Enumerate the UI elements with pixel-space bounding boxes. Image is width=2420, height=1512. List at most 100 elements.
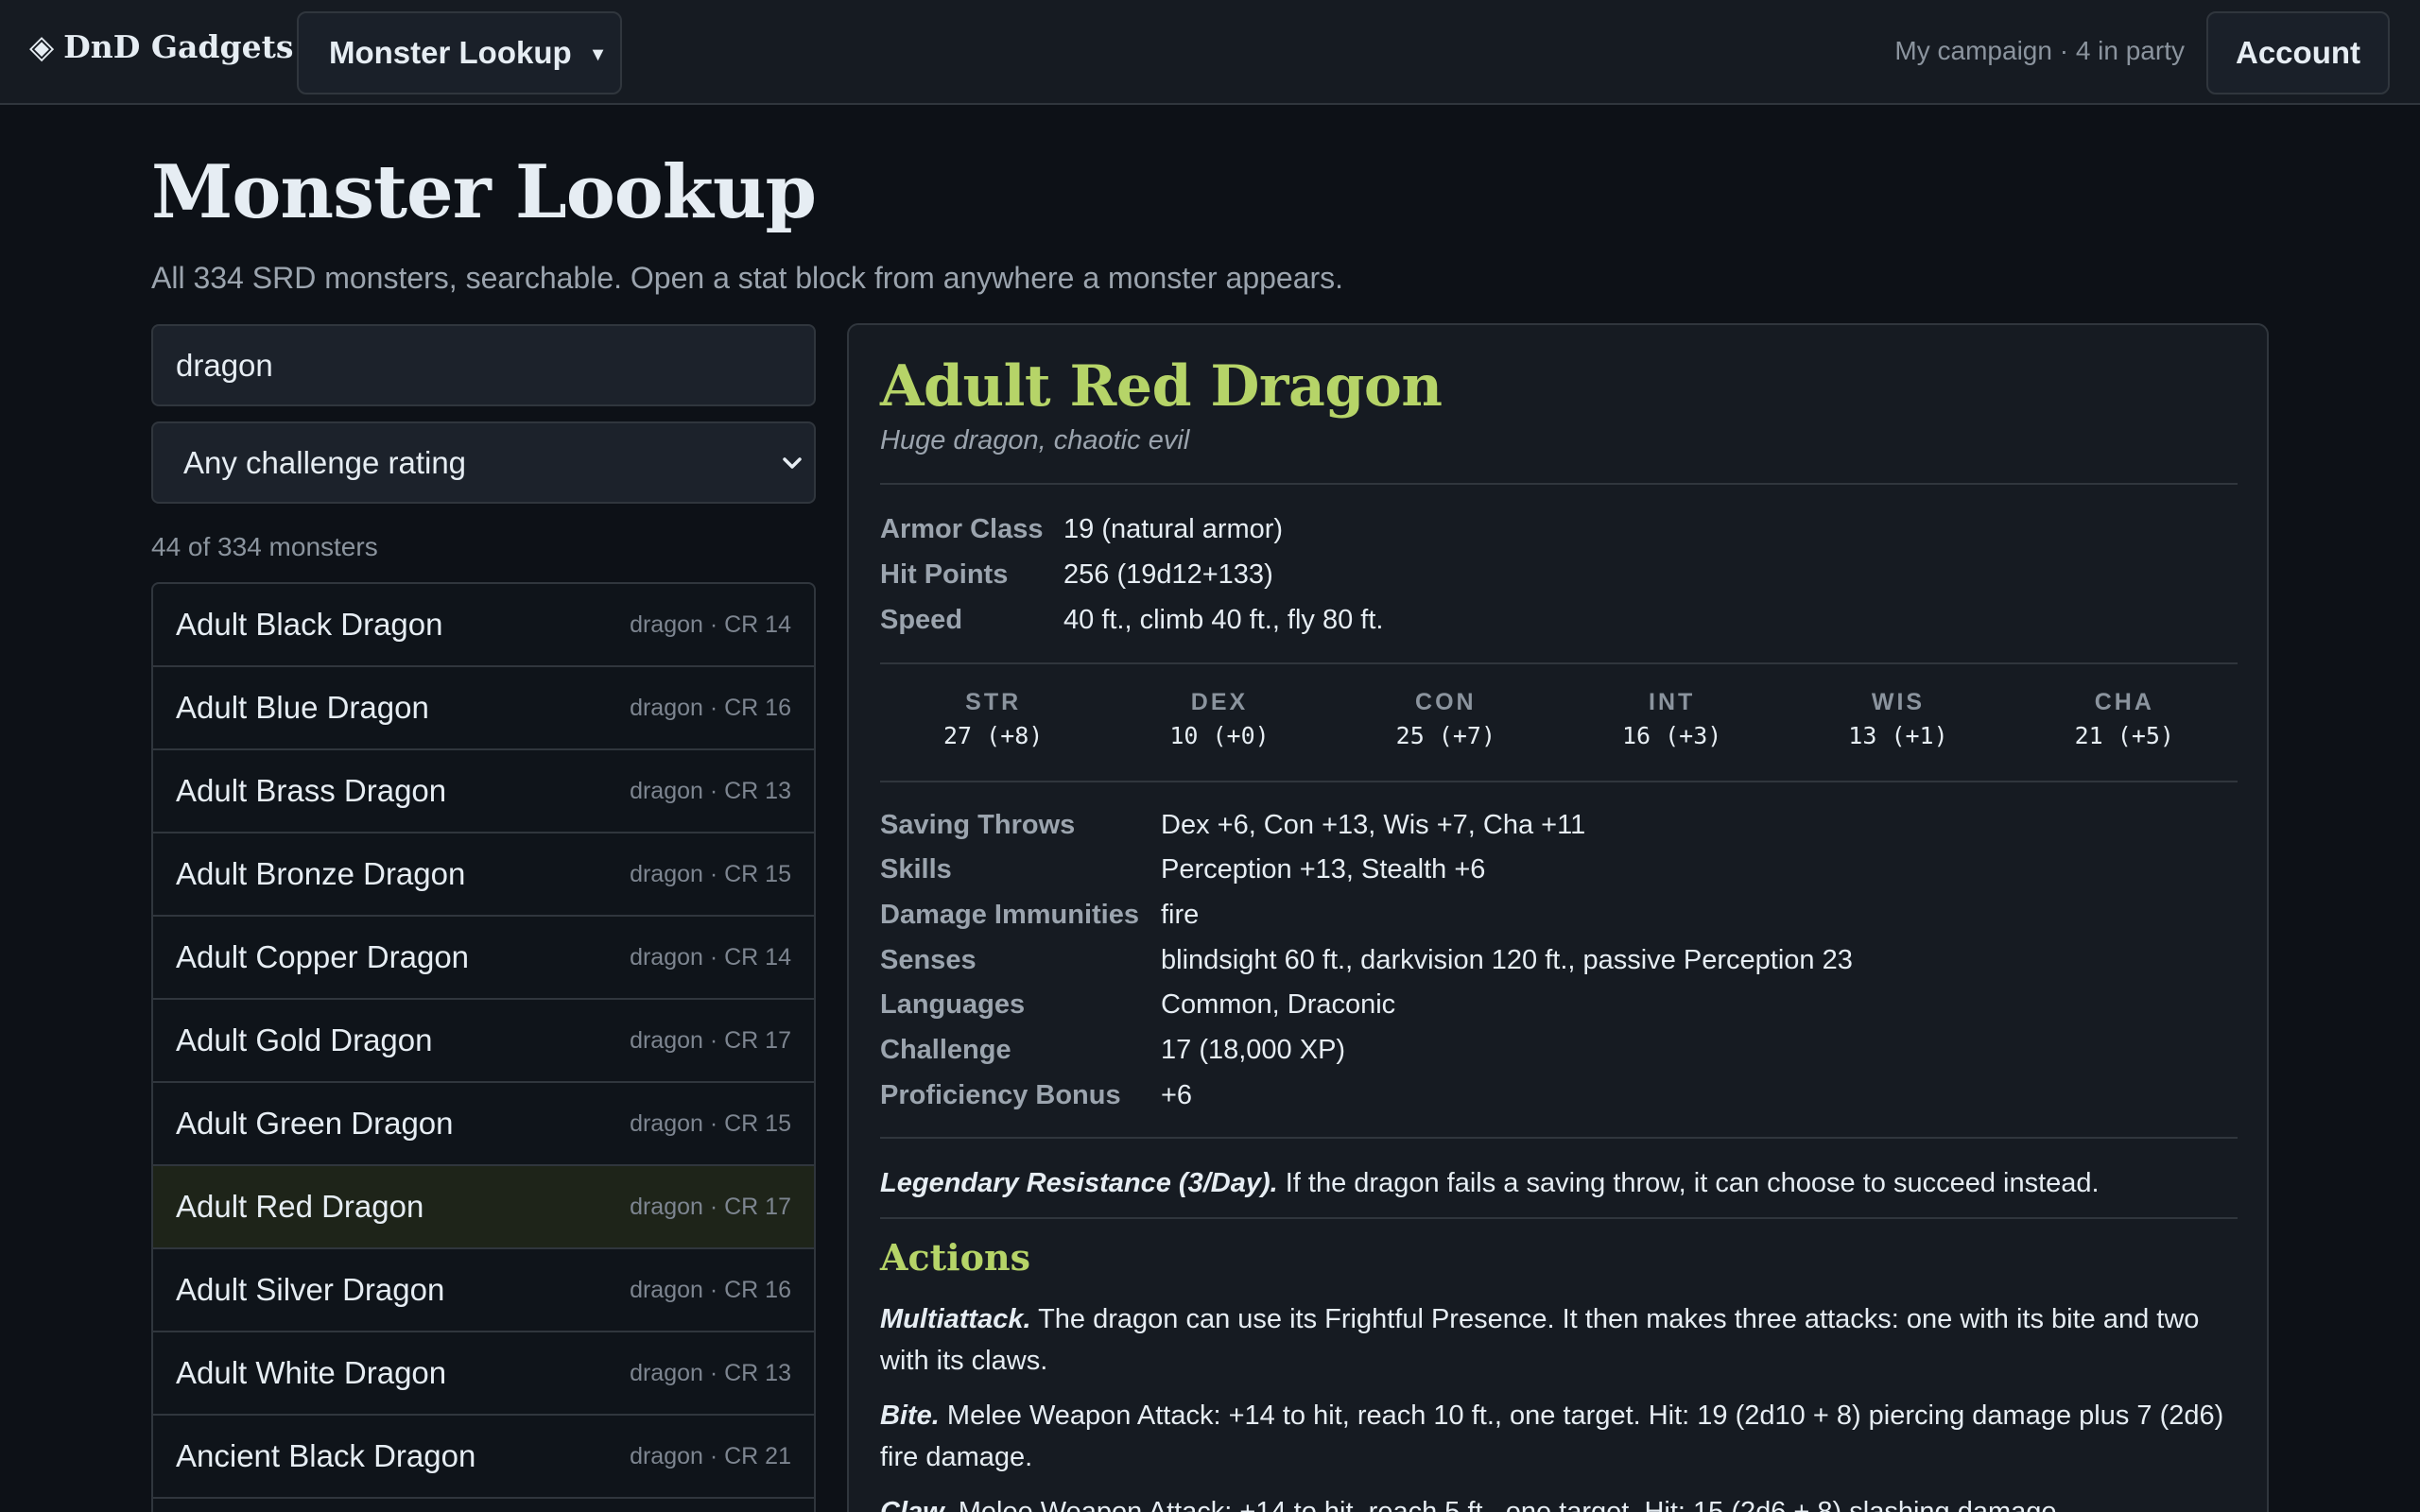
ability-label: INT <box>1649 689 1696 715</box>
monster-list-item[interactable]: Adult White Dragon dragon · CR 13 <box>153 1332 814 1416</box>
monster-list-item-selected[interactable]: Adult Red Dragon dragon · CR 17 <box>153 1166 814 1249</box>
chevron-down-icon <box>783 457 802 469</box>
monster-meta: dragon · CR 17 <box>630 1193 791 1220</box>
monster-name: Adult Red Dragon <box>176 1189 424 1224</box>
prop-value: +6 <box>1161 1080 1193 1110</box>
prop-value: 17 (18,000 XP) <box>1161 1035 1346 1065</box>
monster-meta: dragon · CR 13 <box>630 1359 791 1386</box>
ability-value: 25 (+7) <box>1395 722 1495 749</box>
monster-name: Adult Gold Dragon <box>176 1022 433 1057</box>
ability-value: 13 (+1) <box>1848 722 1948 749</box>
prop-value: blindsight 60 ft., darkvision 120 ft., p… <box>1161 945 1853 975</box>
diamond-icon: ◈ <box>29 27 55 66</box>
monster-list-item[interactable]: Adult Brass Dragon dragon · CR 13 <box>153 750 814 833</box>
divider <box>880 781 2238 782</box>
monster-list-item[interactable]: Adult Copper Dragon dragon · CR 14 <box>153 917 814 1000</box>
monster-meta: dragon · CR 15 <box>630 860 791 887</box>
prop-label: Hit Points <box>880 559 1009 590</box>
prop-label: Skills <box>880 854 952 885</box>
prop-value: 19 (natural armor) <box>1063 514 1284 544</box>
tool-switcher-button[interactable]: Monster Lookup ▼ <box>297 11 622 94</box>
monster-name: Adult Green Dragon <box>176 1106 454 1141</box>
hit-points-row: Hit Points 256 (19d12+133) <box>880 559 1273 591</box>
monster-meta: dragon · CR 14 <box>630 943 791 971</box>
monster-list-item[interactable]: Adult Black Dragon dragon · CR 14 <box>153 584 814 667</box>
caret-down-icon: ▼ <box>588 43 608 65</box>
monster-list: Adult Black Dragon dragon · CR 14 Adult … <box>151 582 816 1512</box>
campaign-status[interactable]: My campaign · 4 in party <box>1894 36 2185 66</box>
ability-scores: STR 27 (+8) DEX 10 (+0) CON 25 (+7) INT … <box>880 689 2238 749</box>
languages-row: Languages Common, Draconic <box>880 989 1395 1021</box>
action-name: Claw. <box>880 1497 951 1512</box>
speed-row: Speed 40 ft., climb 40 ft., fly 80 ft. <box>880 605 1383 636</box>
action-text: Melee Weapon Attack: +14 to hit, reach 1… <box>880 1400 2224 1472</box>
page-subtitle: All 334 SRD monsters, searchable. Open a… <box>151 261 1344 295</box>
ability-value: 10 (+0) <box>1169 722 1270 749</box>
ability-wis: WIS 13 (+1) <box>1785 689 2011 749</box>
prop-label: Senses <box>880 945 977 975</box>
monster-meta: dragon · CR 16 <box>630 694 791 721</box>
tool-switcher-label: Monster Lookup <box>329 35 572 70</box>
prop-label: Challenge <box>880 1035 1011 1065</box>
prop-label: Armor Class <box>880 514 1044 544</box>
monster-name: Adult Bronze Dragon <box>176 856 466 891</box>
action-multiattack: Multiattack. The dragon can use its Frig… <box>880 1298 2238 1382</box>
trait-text: If the dragon fails a saving throw, it c… <box>1285 1168 2100 1198</box>
prop-label: Languages <box>880 989 1026 1020</box>
ability-cha: CHA 21 (+5) <box>2012 689 2238 749</box>
skills-row: Skills Perception +13, Stealth +6 <box>880 854 1485 885</box>
saving-throws-row: Saving Throws Dex +6, Con +13, Wis +7, C… <box>880 810 1585 841</box>
monster-name: Adult Blue Dragon <box>176 690 429 725</box>
action-bite: Bite. Melee Weapon Attack: +14 to hit, r… <box>880 1395 2238 1478</box>
monster-meta: dragon · CR 21 <box>630 1442 791 1469</box>
monster-list-item[interactable]: Adult Green Dragon dragon · CR 15 <box>153 1083 814 1166</box>
ability-label: CON <box>1415 689 1477 715</box>
top-bar: ◈ DnD Gadgets Monster Lookup ▼ My campai… <box>0 0 2420 105</box>
ability-str: STR 27 (+8) <box>880 689 1106 749</box>
prop-label: Speed <box>880 605 963 635</box>
ability-label: DEX <box>1190 689 1249 715</box>
ability-dex: DEX 10 (+0) <box>1106 689 1332 749</box>
ability-value: 27 (+8) <box>942 722 1044 749</box>
prop-value: 256 (19d12+133) <box>1063 559 1273 590</box>
ability-label: CHA <box>2094 689 2154 715</box>
prop-value: Dex +6, Con +13, Wis +7, Cha +11 <box>1161 810 1586 840</box>
monster-list-item[interactable]: Adult Blue Dragon dragon · CR 16 <box>153 667 814 750</box>
monster-name: Adult White Dragon <box>176 1355 447 1390</box>
ability-int: INT 16 (+3) <box>1559 689 1785 749</box>
stat-block: Adult Red Dragon Huge dragon, chaotic ev… <box>847 323 2269 1512</box>
prop-label: Saving Throws <box>880 810 1076 840</box>
brand-logo[interactable]: ◈ DnD Gadgets <box>29 28 293 65</box>
action-claw: Claw. Melee Weapon Attack: +14 to hit, r… <box>880 1491 2238 1512</box>
armor-class-row: Armor Class 19 (natural armor) <box>880 514 1283 545</box>
challenge-rating-select[interactable]: Any challenge rating <box>151 421 816 504</box>
trait-name: Legendary Resistance (3/Day). <box>880 1168 1278 1198</box>
monster-name: Ancient Black Dragon <box>176 1438 476 1473</box>
monster-list-item[interactable]: Adult Bronze Dragon dragon · CR 15 <box>153 833 814 917</box>
page-title: Monster Lookup <box>151 149 817 235</box>
monster-search-input[interactable] <box>151 324 816 406</box>
ability-value: 21 (+5) <box>2074 722 2174 749</box>
monster-list-item[interactable]: Adult Silver Dragon dragon · CR 16 <box>153 1249 814 1332</box>
account-button[interactable]: Account <box>2206 11 2390 94</box>
monster-meta: dragon · CR 15 <box>630 1109 791 1137</box>
senses-row: Senses blindsight 60 ft., darkvision 120… <box>880 945 1853 976</box>
damage-immunities-row: Damage Immunities fire <box>880 900 1199 931</box>
prop-label: Proficiency Bonus <box>880 1080 1121 1110</box>
prop-value: fire <box>1161 900 1200 930</box>
ability-label: WIS <box>1871 689 1926 715</box>
prop-value: 40 ft., climb 40 ft., fly 80 ft. <box>1063 605 1384 635</box>
challenge-row: Challenge 17 (18,000 XP) <box>880 1035 1345 1066</box>
ability-value: 16 (+3) <box>1621 722 1722 749</box>
proficiency-bonus-row: Proficiency Bonus +6 <box>880 1080 1192 1111</box>
monster-name: Adult Silver Dragon <box>176 1272 445 1307</box>
monster-list-item[interactable]: Ancient Black Dragon dragon · CR 21 <box>153 1416 814 1499</box>
brand-name: DnD Gadgets <box>63 28 294 65</box>
prop-value: Perception +13, Stealth +6 <box>1161 854 1486 885</box>
divider <box>880 483 2238 485</box>
result-count: 44 of 334 monsters <box>151 532 378 561</box>
monster-list-item[interactable]: Adult Gold Dragon dragon · CR 17 <box>153 1000 814 1083</box>
divider <box>880 1137 2238 1139</box>
actions-heading: Actions <box>880 1236 1030 1279</box>
monster-name: Adult Black Dragon <box>176 607 443 642</box>
